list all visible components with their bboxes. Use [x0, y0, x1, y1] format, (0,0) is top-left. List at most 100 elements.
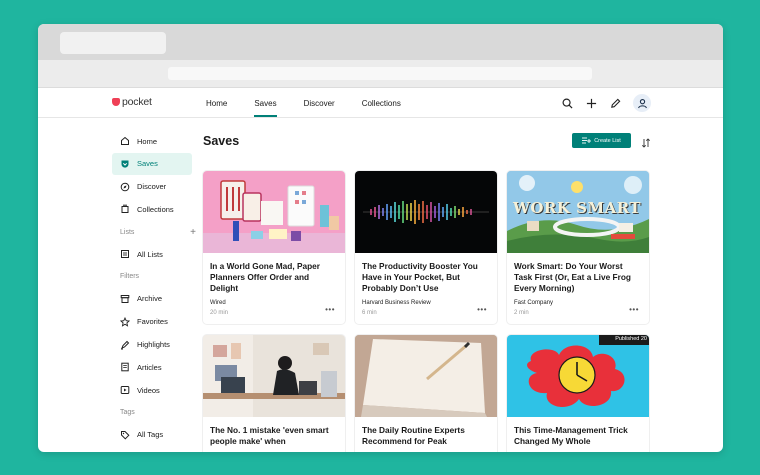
- add-list-icon[interactable]: +: [190, 227, 196, 238]
- address-bar[interactable]: [168, 67, 592, 80]
- saved-item-card[interactable]: In a World Gone Mad, Paper Planners Offe…: [203, 171, 345, 324]
- saved-item-card[interactable]: The Daily Routine Experts Recommend for …: [355, 335, 497, 452]
- sidebar-item-collections[interactable]: Collections: [112, 198, 192, 220]
- sidebar-item-all-lists[interactable]: All Lists: [112, 243, 192, 265]
- page-title: Saves: [203, 134, 240, 148]
- list-add-icon: [582, 137, 592, 144]
- card-read-time: 2 min: [514, 310, 529, 316]
- tags-heading-label: Tags: [120, 409, 135, 417]
- saved-item-card[interactable]: WORK SMART Work Smart: Do Your Worst Tas…: [507, 171, 649, 324]
- list-icon: [120, 249, 130, 259]
- star-icon: [120, 316, 130, 327]
- card-title[interactable]: The Daily Routine Experts Recommend for …: [355, 417, 497, 452]
- top-nav-collections[interactable]: Collections: [362, 88, 401, 118]
- card-thumbnail: [203, 171, 345, 253]
- sidebar-item-label: Articles: [137, 362, 162, 372]
- sidebar-item-all-tags[interactable]: All Tags: [112, 424, 192, 446]
- card-title[interactable]: Work Smart: Do Your Worst Task First (Or…: [507, 253, 649, 300]
- more-options-icon[interactable]: •••: [477, 305, 487, 314]
- browser-window: pocket Home Saves Discover Collections H…: [38, 24, 723, 452]
- card-thumbnail: WORK SMART: [507, 171, 649, 253]
- create-list-button[interactable]: Create List: [572, 133, 631, 148]
- woman-at-desk-image: [203, 335, 345, 417]
- card-title[interactable]: This Time-Management Trick Changed My Wh…: [507, 417, 649, 452]
- saves-grid: In a World Gone Mad, Paper Planners Offe…: [203, 171, 651, 452]
- browser-tab-strip: [38, 24, 723, 60]
- card-thumbnail: [355, 335, 497, 417]
- sidebar-item-videos[interactable]: Videos: [112, 379, 192, 401]
- video-icon: [120, 385, 130, 395]
- main-content: Saves Create List In a World Gone Mad, P…: [203, 130, 651, 452]
- sidebar-item-label: Saves: [137, 159, 158, 169]
- lists-heading-label: Lists: [120, 228, 135, 236]
- collections-icon: [120, 204, 130, 214]
- plus-icon[interactable]: [585, 97, 597, 109]
- sidebar-item-label: Discover: [137, 182, 167, 192]
- filters-heading: Filters: [112, 266, 192, 288]
- pencil-icon[interactable]: [609, 97, 621, 109]
- card-title[interactable]: The Productivity Booster You Have in You…: [355, 253, 497, 300]
- sidebar-item-label: Archive: [137, 294, 163, 304]
- notebook-image: [355, 335, 497, 417]
- highlighter-icon: [120, 340, 130, 350]
- card-source: Fast Company: [514, 300, 554, 306]
- logo-text: pocket: [122, 96, 152, 108]
- sidebar-item-label: Highlights: [137, 340, 170, 350]
- archive-icon: [120, 294, 130, 304]
- more-options-icon[interactable]: •••: [325, 305, 335, 314]
- paper-planners-image: [203, 171, 345, 253]
- top-nav-saves[interactable]: Saves: [254, 88, 277, 118]
- saved-item-card[interactable]: The No. 1 mistake 'even smart people mak…: [203, 335, 345, 452]
- app-header: pocket Home Saves Discover Collections: [38, 88, 723, 118]
- top-nav: Home Saves Discover Collections: [206, 88, 428, 118]
- article-icon: [120, 362, 130, 372]
- sidebar-item-label: Collections: [137, 204, 174, 214]
- header-tools: [561, 94, 651, 112]
- sidebar-item-discover[interactable]: Discover: [112, 176, 192, 198]
- saved-item-card[interactable]: Published 20 This Time-Management Trick …: [507, 335, 649, 452]
- card-title[interactable]: In a World Gone Mad, Paper Planners Offe…: [203, 253, 345, 300]
- sidebar-item-label: Home: [137, 136, 158, 146]
- card-thumbnail: Published 20: [507, 335, 649, 417]
- sidebar: Home Saves Discover Collections Lists + …: [112, 130, 196, 447]
- top-nav-discover[interactable]: Discover: [304, 88, 335, 118]
- lists-heading: Lists +: [112, 221, 196, 243]
- browser-toolbar: [38, 60, 723, 88]
- sidebar-item-label: Favorites: [137, 317, 168, 327]
- sidebar-item-saves[interactable]: Saves: [112, 152, 192, 175]
- browser-tab[interactable]: [60, 32, 166, 54]
- sidebar-item-label: All Lists: [137, 249, 163, 259]
- home-icon: [120, 136, 130, 146]
- compass-icon: [120, 182, 130, 192]
- top-nav-home[interactable]: Home: [206, 88, 227, 118]
- sidebar-item-favorites[interactable]: Favorites: [112, 311, 192, 333]
- soundwave-image: [355, 171, 497, 253]
- sidebar-item-articles[interactable]: Articles: [112, 356, 192, 378]
- saved-item-card[interactable]: The Productivity Booster You Have in You…: [355, 171, 497, 324]
- card-title[interactable]: The No. 1 mistake 'even smart people mak…: [203, 417, 345, 452]
- sidebar-item-archive[interactable]: Archive: [112, 288, 192, 310]
- sort-icon[interactable]: [641, 135, 651, 148]
- image-headline: WORK SMART: [513, 199, 642, 217]
- create-list-label: Create List: [594, 137, 621, 144]
- filters-heading-label: Filters: [120, 273, 140, 281]
- main-header: Saves Create List: [203, 130, 651, 152]
- sidebar-item-label: All Tags: [137, 430, 164, 440]
- search-icon[interactable]: [561, 97, 573, 109]
- more-options-icon[interactable]: •••: [629, 305, 639, 314]
- published-badge: Published 20: [615, 336, 647, 342]
- card-thumbnail: [203, 335, 345, 417]
- saves-icon: [120, 159, 130, 169]
- melting-clock-image: [507, 335, 649, 417]
- sidebar-item-label: Videos: [137, 385, 160, 395]
- sidebar-item-home[interactable]: Home: [112, 130, 192, 152]
- pocket-logo[interactable]: pocket: [112, 96, 152, 108]
- card-source: Harvard Business Review: [362, 300, 431, 306]
- card-read-time: 6 min: [362, 310, 377, 316]
- avatar-icon[interactable]: [633, 94, 651, 112]
- sidebar-item-highlights[interactable]: Highlights: [112, 334, 192, 356]
- pocket-logo-icon: [112, 98, 120, 106]
- card-thumbnail: [355, 171, 497, 253]
- card-read-time: 20 min: [210, 310, 229, 316]
- tag-icon: [120, 430, 130, 440]
